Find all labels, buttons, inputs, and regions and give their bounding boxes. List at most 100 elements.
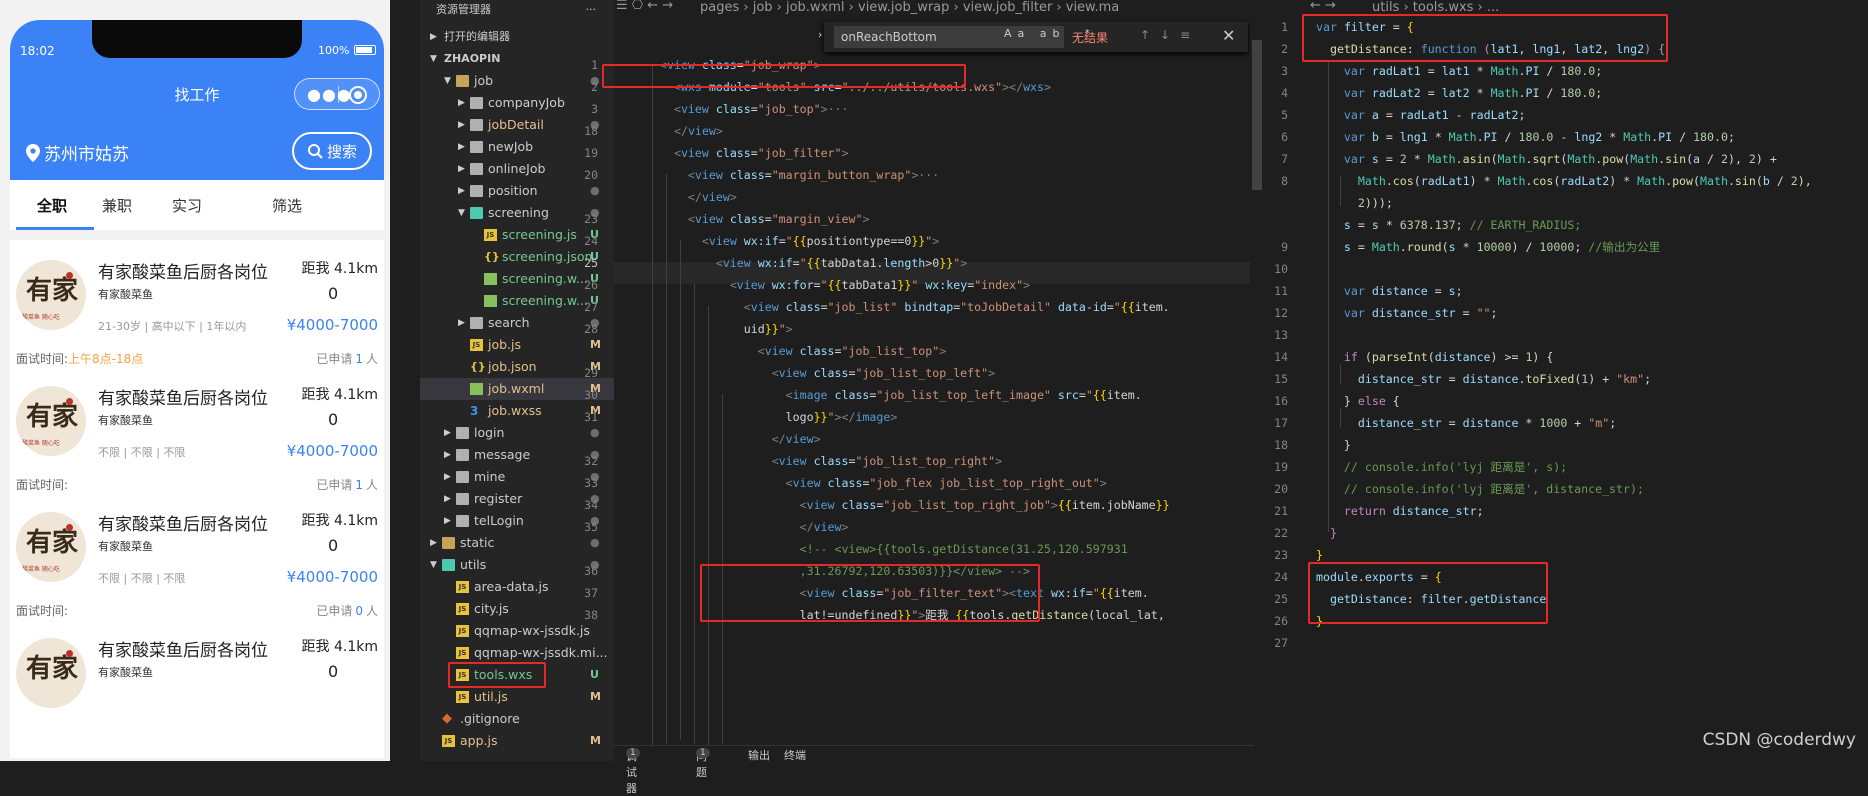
folder-icon [456,493,469,505]
highlight-box [448,662,546,688]
explorer-title: 资源管理器 [436,3,491,16]
line-number: 25 [584,256,598,270]
line-number: 5 [1281,108,1288,122]
line-number: 26 [584,278,598,292]
line-number: 37 [584,586,598,600]
tree-item[interactable]: JS job.js M [420,334,614,356]
find-nav-icons[interactable]: ↑↓≡ [1140,28,1200,42]
tree-item-label: utils [460,557,487,572]
job-title: 有家酸菜鱼后厨各岗位 [98,263,268,283]
code-text: var filter = { getDistance: function (la… [1316,20,1812,628]
chevron-right-icon: ▶ [458,120,465,130]
folder-icon [470,185,483,197]
battery-icon [354,45,376,55]
tree-item-label: area-data.js [474,579,549,594]
status-time: 18:02 [20,44,55,58]
more-icon[interactable]: ●●● [307,85,352,104]
applied-count: 已申请 0 人 [316,604,378,618]
nav-arrow-icons[interactable]: ← → [1310,0,1336,13]
location-selector[interactable]: 苏州市姑苏 [26,140,129,165]
job-distance: 距我 4.1km [301,261,378,277]
chevron-down-icon: ▼ [430,560,437,570]
tab-parttime[interactable]: 兼职 [102,195,132,216]
line-number: 24 [584,234,598,248]
line-number: 18 [584,124,598,138]
tree-item-label: position [488,183,538,198]
tree-item[interactable]: ◆ .gitignore [420,708,614,730]
more-actions-icon[interactable]: ··· [586,0,597,20]
folder-icon [456,449,469,461]
job-distance: 距我 4.1km [301,513,378,529]
tab-fulltime[interactable]: 全职 [37,195,67,216]
company-logo: 有家 酸菜鱼 随心吃 [16,386,86,456]
tree-item-label: telLogin [474,513,524,528]
folder-icon [456,471,469,483]
tree-item[interactable]: JS qqmap-wx-jssdk.mi... [420,642,614,664]
applied-count: 已申请 1 人 [316,352,378,366]
git-status-badge: ● [590,184,600,197]
wxml-file-icon [484,273,497,285]
folder-icon [470,163,483,175]
folder-icon [442,559,455,571]
close-program-icon[interactable] [349,86,367,104]
interview-time: 面试时间: [16,604,69,618]
line-number: 32 [584,454,598,468]
company-name: 有家酸菜鱼 [98,288,153,301]
line-number: 28 [584,322,598,336]
job-card[interactable]: 有家 酸菜鱼 随心吃 有家酸菜鱼后厨各岗位 有家酸菜鱼 21-30岁 | 高中以下… [10,240,384,380]
tree-item-label: static [460,535,495,550]
line-number: 16 [1274,394,1288,408]
job-card[interactable]: 有家 酸菜鱼 随心吃 有家酸菜鱼后厨各岗位 有家酸菜鱼 不限 | 不限 | 不限 … [10,366,384,506]
js-file-icon: JS [456,603,469,615]
tree-item-label: search [488,315,530,330]
company-logo: 有家 酸菜鱼 随心吃 [16,512,86,582]
tree-item[interactable]: JS qqmap-wx-jssdk.js [420,620,614,642]
line-number: 34 [584,498,598,512]
tree-item-label: app.js [460,733,498,748]
tree-item[interactable]: ▶ static ● [420,532,614,554]
job-card[interactable]: 有家 酸菜鱼 随心吃 有家酸菜鱼后厨各岗位 有家酸菜鱼 不限 | 不限 | 不限 … [10,492,384,632]
line-number: 8 [1281,174,1288,188]
company-name: 有家酸菜鱼 [98,666,153,679]
js-file-icon: JS [456,691,469,703]
editor-job-wxml[interactable]: ☰ ⎔ ← → pages › job › job.wxml › view.job… [584,0,1250,761]
tree-item-label: onlineJob [488,161,546,176]
line-number: 36 [584,564,598,578]
folder-icon [456,427,469,439]
tab-internship[interactable]: 实习 [172,195,202,216]
job-count: 0 [328,284,339,303]
find-widget[interactable]: › onReachBottom Aa ab .* 无结果 ↑↓≡ ✕ [818,22,1248,52]
search-button[interactable]: 搜索 [292,132,372,170]
line-number: 1 [1281,20,1288,34]
git-status-badge: M [590,734,601,747]
js-file-icon: JS [456,625,469,637]
line-number: 1 [591,58,598,72]
folder-icon [456,515,469,527]
job-title: 有家酸菜鱼后厨各岗位 [98,389,268,409]
json-file-icon: {} [470,360,486,373]
editor-tools-wxs[interactable]: ← → utils › tools.wxs › ... 1 2 3 4 5 6 7 8 9 10 11… [1274,0,1868,761]
line-number: 3 [1281,64,1288,78]
job-distance: 距我 4.1km [301,639,378,655]
job-card[interactable]: 有家 有家酸菜鱼后厨各岗位 有家酸菜鱼 距我 4.1km 0 [10,618,384,758]
tree-item[interactable]: ▶ login ● [420,422,614,444]
tree-item[interactable]: JS app.js M [420,730,614,752]
tree-item-label: job [474,73,494,88]
editor-toolbar-icons[interactable]: ☰ ⎔ ← → [616,0,673,13]
job-salary: ¥4000-7000 [286,316,378,334]
chevron-right-icon[interactable]: › [818,28,822,41]
mini-program-capsule[interactable]: ●●● [294,78,380,110]
tree-item[interactable]: ▶ position ● [420,180,614,202]
chevron-right-icon: ▶ [430,538,437,548]
active-tab-indicator [16,227,94,230]
wxss-file-icon: 3 [470,404,479,418]
tree-item[interactable]: JS util.js M [420,686,614,708]
tree-item-label: login [474,425,505,440]
chevron-right-icon: ▶ [444,428,451,438]
line-number: 21 [1274,504,1288,518]
tab-filter[interactable]: 筛选 [272,195,302,216]
highlight-box [1302,14,1668,62]
close-icon[interactable]: ✕ [1222,26,1235,45]
job-salary: ¥4000-7000 [286,568,378,586]
open-editors-section[interactable]: ▶ 打开的编辑器 [420,26,614,48]
